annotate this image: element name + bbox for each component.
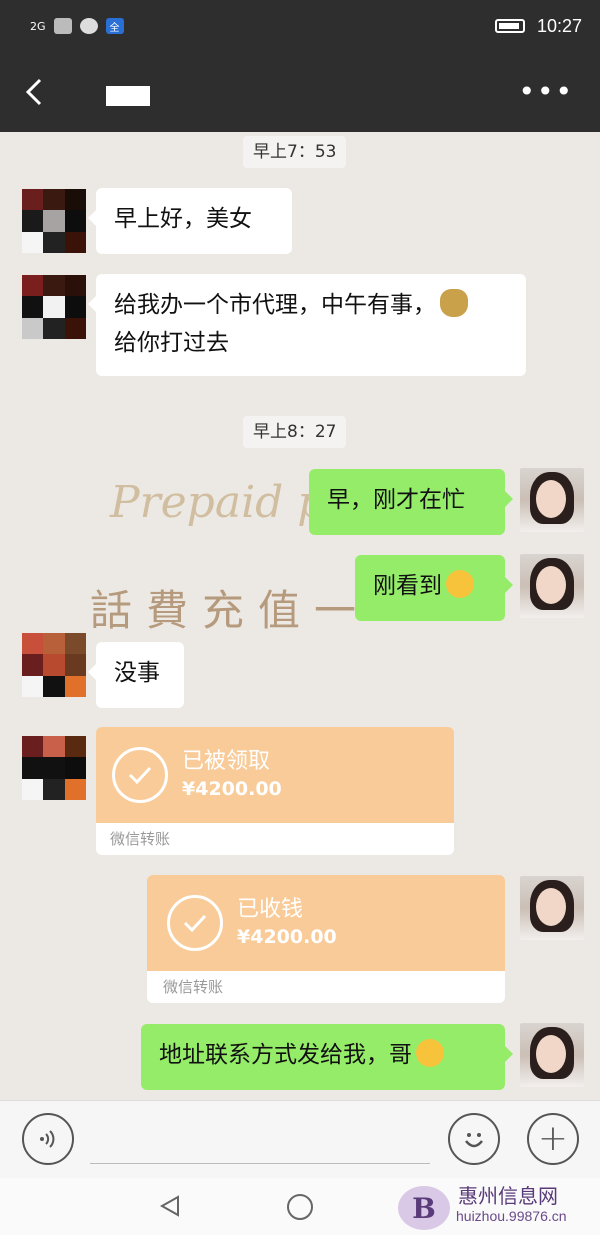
more-functions-button[interactable]: +	[527, 1113, 579, 1165]
wechat-icon	[79, 18, 98, 34]
chat-header: •••	[0, 52, 600, 132]
message-text: 刚看到	[373, 573, 442, 599]
transfer-card[interactable]: 已收钱 ¥4200.00 微信转账	[147, 875, 505, 1003]
system-home-icon[interactable]	[287, 1194, 313, 1220]
watermark-chinese: 話費充值一	[90, 586, 371, 635]
my-avatar[interactable]	[520, 1023, 584, 1087]
message-bubble[interactable]: 地址联系方式发给我，哥	[141, 1024, 513, 1090]
my-avatar[interactable]	[520, 876, 584, 940]
avatar[interactable]	[22, 275, 86, 339]
money-bag-icon	[440, 289, 468, 317]
battery-icon	[494, 19, 525, 33]
laugh-cry-emoji-icon	[446, 570, 474, 598]
message-text: 没事	[114, 660, 160, 686]
system-nav: B 惠州信息网 huizhou.99876.cn	[0, 1178, 600, 1235]
smiley-icon	[465, 1133, 483, 1148]
message-bubble[interactable]: 早上好，美女	[88, 188, 292, 254]
clock: 10:27	[536, 15, 582, 36]
transfer-amount: ¥4200.00	[182, 778, 282, 800]
message-bubble[interactable]: 早，刚才在忙	[309, 469, 513, 535]
status-bar: 2G 全 10:27	[0, 0, 600, 1100]
more-button[interactable]: •••	[518, 78, 574, 106]
message-text: 给你打过去	[114, 330, 229, 356]
my-avatar[interactable]	[520, 468, 584, 532]
status-icons: 2G 全	[0, 18, 124, 1100]
contact-name-redacted	[106, 86, 150, 106]
timestamp: 早上8：27	[243, 416, 347, 448]
lock-icon	[53, 18, 72, 34]
message-bubble[interactable]: 没事	[88, 642, 184, 708]
site-url: huizhou.99876.cn	[456, 1208, 567, 1224]
check-circle-icon	[112, 747, 168, 803]
back-button[interactable]	[22, 76, 52, 108]
message-text: 地址联系方式发给我，哥	[159, 1042, 412, 1068]
avatar-face	[536, 888, 566, 926]
message-text: 早上好，美女	[114, 206, 252, 232]
transfer-footer: 微信转账	[96, 823, 454, 855]
site-name: 惠州信息网	[458, 1184, 558, 1208]
status-right: 10:27	[494, 15, 582, 37]
system-back-icon[interactable]	[158, 1194, 182, 1218]
chevron-left-icon	[25, 78, 42, 106]
transfer-status: 已被领取	[182, 749, 271, 774]
network-label: 2G	[30, 19, 46, 33]
my-avatar[interactable]	[520, 554, 584, 618]
message-input[interactable]	[90, 1163, 430, 1164]
input-bar: +	[0, 1100, 600, 1178]
full-badge-icon: 全	[105, 18, 124, 34]
emoji-button[interactable]	[448, 1113, 500, 1165]
avatar[interactable]	[22, 189, 86, 253]
timestamp: 早上7：53	[243, 136, 347, 168]
message-text: 给我办一个市代理，中午有事，	[114, 292, 436, 318]
avatar-face	[536, 1035, 566, 1073]
message-bubble[interactable]: 刚看到	[355, 555, 513, 621]
avatar-face	[536, 566, 566, 604]
message-bubble[interactable]: 给我办一个市代理，中午有事， 给你打过去	[88, 274, 526, 376]
chat-area[interactable]: Prepaid pr 話費充值一 早上7：53 早上好，美女 给我办一个市代理，…	[0, 132, 600, 1100]
transfer-status: 已收钱	[237, 897, 304, 922]
voice-icon	[40, 1130, 55, 1148]
site-logo: B	[398, 1186, 450, 1230]
avatar[interactable]	[22, 633, 86, 697]
transfer-amount: ¥4200.00	[237, 926, 337, 948]
avatar-face	[536, 480, 566, 518]
avatar[interactable]	[22, 736, 86, 800]
transfer-card[interactable]: 已被领取 ¥4200.00 微信转账	[96, 727, 454, 855]
voice-button[interactable]	[22, 1113, 74, 1165]
message-text: 早，刚才在忙	[327, 487, 465, 513]
check-circle-icon	[167, 895, 223, 951]
transfer-body: 已被领取 ¥4200.00	[96, 727, 454, 823]
transfer-footer: 微信转账	[147, 971, 505, 1003]
transfer-body: 已收钱 ¥4200.00	[147, 875, 505, 971]
smile-emoji-icon	[416, 1039, 444, 1067]
